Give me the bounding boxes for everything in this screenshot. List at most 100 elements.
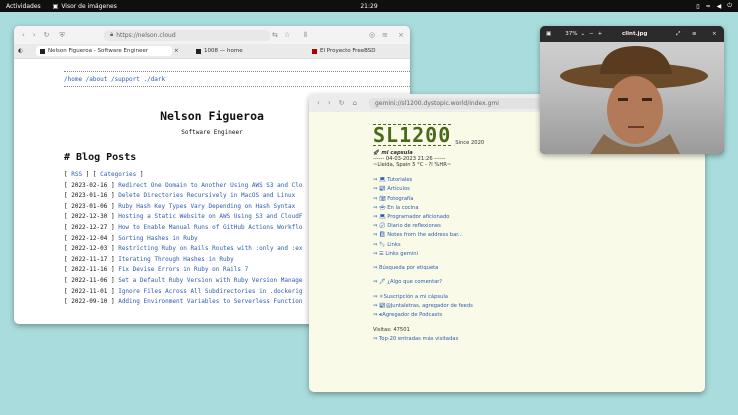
fullscreen-icon[interactable]: ⤢ bbox=[676, 31, 680, 38]
item-icon: 📷︎ bbox=[379, 195, 386, 202]
image-viewer-window[interactable]: ▣ 37% ⌄ − + clint.jpg ⤢ ≡ × bbox=[540, 26, 724, 154]
post-link[interactable]: Ignore Files Across All Subdirectories i… bbox=[118, 288, 302, 295]
item-icon: 📓︎ bbox=[379, 232, 386, 239]
site-icon bbox=[196, 48, 201, 54]
close-icon[interactable]: × bbox=[398, 31, 404, 39]
reload-icon[interactable]: ↻ bbox=[44, 31, 50, 39]
subscription-link[interactable]: ⇒ 📰︎@Juntaletras, agregador de feeds bbox=[373, 303, 705, 309]
divider bbox=[64, 86, 410, 87]
home-icon[interactable]: ⌂ bbox=[353, 99, 357, 107]
post-link[interactable]: Hosting a Static Website on AWS Using S3… bbox=[118, 213, 302, 220]
tab-label: El Proyecto FreeBSD bbox=[320, 48, 376, 54]
sidebar-icon[interactable]: ◐ bbox=[18, 48, 23, 54]
freebsd-icon bbox=[312, 48, 317, 54]
post-link[interactable]: Set a Default Ruby Version with Ruby Ver… bbox=[118, 277, 302, 284]
visit-counter: Visitas: 47501 bbox=[373, 327, 410, 334]
item-icon: 🤔︎ bbox=[379, 223, 386, 230]
menu-link[interactable]: ⇒ 📰︎ Artículos bbox=[373, 186, 705, 192]
link-label: Artículos bbox=[387, 186, 410, 193]
menu-list: ⇒ 💻︎ Tutoriales ⇒ 📰︎ Artículos ⇒ 📷︎ Fotogr… bbox=[373, 177, 705, 257]
face bbox=[607, 76, 663, 144]
gemini-page: SL1200 Since 2020 🚀︎ mi capsula ------ 04… bbox=[309, 124, 705, 342]
link-label: Programador aficionado bbox=[387, 213, 450, 220]
post-link[interactable]: Ruby Hash Key Types Vary Depending on Ha… bbox=[118, 203, 295, 210]
top-bar: Actividades ▣ Visor de imágenes 21:29 ▯ ≈… bbox=[0, 0, 738, 12]
link-label: Links gemini bbox=[385, 250, 418, 257]
url-bar[interactable]: gemini://sl1200.dystopic.world/index.gmi bbox=[369, 97, 565, 109]
menu-link[interactable]: ⇒ 💻︎ Programador aficionado bbox=[373, 214, 705, 220]
menu-link[interactable]: ⇒ 📷︎ Fotografía bbox=[373, 196, 705, 202]
post-link[interactable]: Adding Environment Variables to Serverle… bbox=[118, 298, 302, 305]
clock[interactable]: 21:29 bbox=[360, 3, 377, 10]
back-icon[interactable]: ‹ bbox=[317, 99, 320, 107]
link-label: ¿Algo que comentar? bbox=[387, 278, 443, 285]
toolbar: ‹ › ↻ ⛨ 🔒︎ https://nelson.cloud ⇆ ☆ ⫴ ◎ ≡… bbox=[14, 26, 410, 44]
portrait-image bbox=[560, 46, 708, 154]
zoom-level[interactable]: 37% bbox=[565, 31, 577, 37]
bookmark-star-icon[interactable]: ☆ bbox=[284, 31, 290, 39]
forward-icon[interactable]: › bbox=[328, 99, 331, 107]
translate-icon[interactable]: ⇆ bbox=[272, 31, 278, 39]
link-label: Fotografía bbox=[387, 195, 414, 202]
link-label: @Juntaletras, agregador de feeds bbox=[385, 303, 473, 310]
app-menu[interactable]: ▣ Visor de imágenes bbox=[53, 3, 117, 10]
link-label: Notes from the address bar... bbox=[387, 232, 463, 239]
system-tray[interactable]: ▯ ≈ ◀ ⏻ bbox=[696, 2, 732, 10]
close-icon[interactable]: × bbox=[712, 31, 717, 37]
subscription-link[interactable]: ⇒ ⚛︎Suscripción a mi cápsula bbox=[373, 294, 705, 300]
tab-nelson[interactable]: Nelson Figueroa - Software Engineer bbox=[36, 46, 172, 56]
reload-icon[interactable]: ↻ bbox=[339, 99, 345, 107]
app-name: Visor de imágenes bbox=[61, 2, 117, 10]
menu-link[interactable]: ⇒ 💻︎ Tutoriales bbox=[373, 177, 705, 183]
tab-close-icon[interactable]: × bbox=[174, 48, 179, 54]
tab-home[interactable]: 1008 — home bbox=[196, 46, 243, 56]
menu-link[interactable]: ⇒ 📓︎ Notes from the address bar... bbox=[373, 232, 705, 238]
post-link[interactable]: Redirect One Domain to Another Using AWS… bbox=[118, 182, 302, 189]
menu-icon[interactable]: ≡ bbox=[382, 31, 388, 39]
categories-link[interactable]: Categories bbox=[100, 171, 136, 178]
wifi-icon: ≈ bbox=[705, 2, 711, 10]
back-icon[interactable]: ‹ bbox=[22, 31, 25, 39]
zoom-out-icon[interactable]: − bbox=[589, 31, 594, 37]
post-date: [ 2022-11-16 ] bbox=[64, 266, 115, 274]
library-icon[interactable]: ⫴ bbox=[304, 31, 307, 40]
menu-icon[interactable]: ≡ bbox=[692, 31, 697, 37]
post-link[interactable]: Sorting Hashes in Ruby bbox=[118, 235, 197, 242]
shield-icon[interactable]: ⛨ bbox=[60, 31, 65, 40]
hat-crown bbox=[600, 46, 672, 74]
tab-label: Nelson Figueroa - Software Engineer bbox=[48, 48, 148, 54]
chevron-down-icon[interactable]: ⌄ bbox=[580, 31, 585, 37]
subscription-link[interactable]: ⇒ 🔊︎Agregador de Podcasts bbox=[373, 312, 705, 319]
search-link[interactable]: ⇒ Búsqueda por etiqueta bbox=[373, 265, 705, 271]
url-bar[interactable]: 🔒︎ https://nelson.cloud bbox=[104, 29, 270, 41]
link-label: Top-20 entradas más visitadas bbox=[379, 336, 459, 343]
post-link[interactable]: Fix Devise Errors in Ruby on Rails 7 bbox=[118, 266, 248, 273]
zoom-in-icon[interactable]: + bbox=[598, 31, 603, 37]
link-label: Links bbox=[387, 241, 401, 248]
account-icon[interactable]: ◎ bbox=[369, 31, 375, 39]
rss-link[interactable]: RSS bbox=[71, 171, 82, 178]
post-link[interactable]: Delete Directories Recursively in MacOS … bbox=[118, 192, 295, 199]
logo-text: SL1200 bbox=[373, 123, 452, 147]
eye-right bbox=[642, 98, 652, 101]
post-date: [ 2022-12-03 ] bbox=[64, 245, 115, 253]
menu-link[interactable]: ⇒ 🍲︎ En la cocina bbox=[373, 205, 705, 211]
menu-link[interactable]: ⇒ ☰ Links gemini bbox=[373, 251, 705, 257]
link-label: Agregador de Podcasts bbox=[382, 312, 443, 319]
activities-button[interactable]: Actividades bbox=[6, 3, 41, 10]
post-link[interactable]: Iterating Through Hashes in Ruby bbox=[118, 256, 234, 263]
top20-link[interactable]: ⇒ Top-20 entradas más visitadas bbox=[373, 336, 705, 342]
item-icon: 📰︎ bbox=[379, 303, 386, 310]
post-link[interactable]: How to Enable Manual Runs of GitHub Acti… bbox=[118, 224, 302, 231]
site-icon bbox=[40, 48, 45, 54]
post-link[interactable]: Restricting Ruby on Rails Routes with :o… bbox=[118, 245, 302, 252]
menu-link[interactable]: ⇒ 🔖︎ Links bbox=[373, 242, 705, 248]
item-icon: 🔖︎ bbox=[379, 241, 386, 248]
menu-link[interactable]: ⇒ 🤔︎ Diario de reflexiones bbox=[373, 223, 705, 229]
tab-freebsd[interactable]: El Proyecto FreeBSD bbox=[312, 46, 375, 56]
site-nav[interactable]: /home /about /support ./dark bbox=[64, 76, 410, 83]
item-icon: 🍲︎ bbox=[379, 204, 386, 211]
forward-icon[interactable]: › bbox=[33, 31, 36, 39]
image-icon[interactable]: ▣ bbox=[546, 31, 551, 37]
url-text: https://nelson.cloud bbox=[116, 31, 176, 39]
